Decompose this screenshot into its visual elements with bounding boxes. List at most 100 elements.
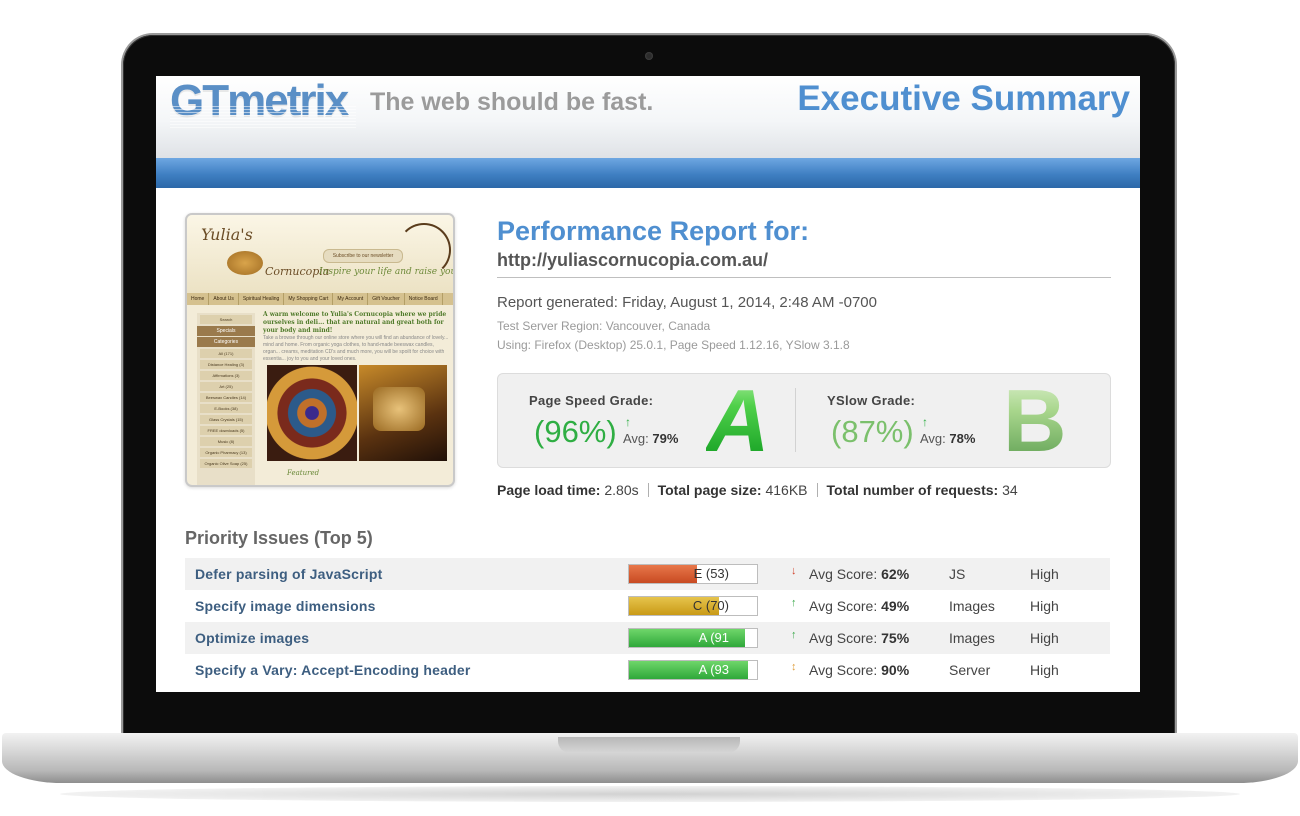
divider xyxy=(816,483,818,497)
thumb-sidebar-item: Beeswax Candles (14) xyxy=(200,393,252,402)
divider xyxy=(497,277,1111,278)
thumb-welcome: A warm welcome to Yulia's Cornucopia whe… xyxy=(263,311,447,334)
thumb-sidebar: Search Specials Categories All (171) Dis… xyxy=(197,313,255,485)
issue-avg: Avg Score: 75% xyxy=(809,630,909,646)
issue-avg-value: 49% xyxy=(881,598,910,614)
issue-avg-value: 75% xyxy=(881,630,910,646)
thumb-text: A warm welcome to Yulia's Cornucopia whe… xyxy=(263,311,449,363)
trend-up-icon: ↑ xyxy=(791,629,797,641)
thumb-header: Yulia's Cornucopia Inspire your life and… xyxy=(187,215,453,293)
issue-priority: High xyxy=(1030,566,1059,582)
divider xyxy=(647,483,649,497)
avg-prefix: Avg: xyxy=(920,431,946,446)
report-url[interactable]: http://yuliascornucopia.com.au/ xyxy=(497,250,768,271)
issue-type: Images xyxy=(949,598,995,614)
issue-score: A (93 xyxy=(698,662,729,677)
thumb-sidebar-header: Categories xyxy=(197,337,255,347)
page-title: Executive Summary xyxy=(797,79,1130,118)
issues-title: Priority Issues (Top 5) xyxy=(185,528,373,548)
avg-prefix: Avg Score: xyxy=(809,630,878,646)
thumb-nav: Home About Us Spiritual Healing My Shopp… xyxy=(187,293,453,305)
issue-avg: Avg Score: 49% xyxy=(809,598,909,614)
requests-label: Total number of requests: xyxy=(826,482,999,498)
header-bar xyxy=(156,158,1140,188)
arrow-up-icon: ↑ xyxy=(922,415,928,429)
thumb-sidebar-item: Affirmations (3) xyxy=(200,371,252,380)
report-heading: Performance Report for: xyxy=(497,216,810,246)
issue-name[interactable]: Optimize images xyxy=(195,630,309,646)
table-row[interactable]: Defer parsing of JavaScript E (53) ↓ Avg Sc… xyxy=(185,558,1110,590)
report-generated: Report generated: Friday, August 1, 2014… xyxy=(497,294,877,311)
thumb-nav-item: About Us xyxy=(209,293,239,305)
thumb-sidebar-item: FREE downloads (5) xyxy=(200,426,252,435)
thumb-nav-item: Home xyxy=(187,293,210,305)
test-region: Test Server Region: Vancouver, Canada xyxy=(497,319,711,333)
pagespeed-label: Page Speed Grade: xyxy=(529,393,654,408)
thumb-body: Take a browse through our online store w… xyxy=(263,335,449,362)
thumb-swirl-icon xyxy=(397,223,451,277)
thumb-cornucopia-icon xyxy=(227,251,263,275)
thumb-mandala-image xyxy=(267,365,357,461)
pagespeed-avg-value: 79% xyxy=(652,431,679,446)
laptop-notch xyxy=(558,737,740,753)
issues-table: Defer parsing of JavaScript E (53) ↓ Avg Sc… xyxy=(185,558,1110,686)
issue-name[interactable]: Specify a Vary: Accept-Encoding header xyxy=(195,662,471,678)
report-header: GTmetrix The web should be fast. Executi… xyxy=(156,76,1140,158)
yslow-avg: Avg: 78% xyxy=(920,431,975,446)
thumb-nav-item: Gift Voucher xyxy=(368,293,405,305)
yslow-percent: (87%) xyxy=(831,414,914,449)
issue-score: E (53) xyxy=(693,566,729,581)
thumb-sidebar-item: Art (25) xyxy=(200,382,252,391)
thumb-sidebar-item: Organic Pharmacy (13) xyxy=(200,448,252,457)
thumb-nav-item: Spiritual Healing xyxy=(239,293,285,305)
thumb-search: Search xyxy=(200,315,252,324)
issue-avg-value: 62% xyxy=(881,566,910,582)
page-stats: Page load time: 2.80s Total page size: 41… xyxy=(497,482,1018,498)
score-bar: E (53) xyxy=(628,564,758,584)
issue-avg-value: 90% xyxy=(881,662,910,678)
issue-avg: Avg Score: 62% xyxy=(809,566,909,582)
table-row[interactable]: Specify a Vary: Accept-Encoding header A … xyxy=(185,654,1110,686)
issue-type: Server xyxy=(949,662,991,678)
issue-score: A (91 xyxy=(698,630,729,645)
avg-prefix: Avg Score: xyxy=(809,566,878,582)
yslow-avg-value: 78% xyxy=(949,431,976,446)
page-size-label: Total page size: xyxy=(657,482,762,498)
load-time-value: 2.80s xyxy=(604,482,639,498)
camera-icon xyxy=(645,52,653,60)
grades-panel: Page Speed Grade: (96%) ↑ Avg: 79% A YSl… xyxy=(497,371,1111,470)
issue-avg: Avg Score: 90% xyxy=(809,662,909,678)
trend-updown-icon: ↕ xyxy=(791,661,797,673)
table-row[interactable]: Optimize images A (91 ↑ Avg Score: 75% Image… xyxy=(185,622,1110,654)
thumb-sidebar-item: All (171) xyxy=(200,349,252,358)
logo-stripes xyxy=(170,106,356,128)
table-row[interactable]: Specify image dimensions C (70) ↑ Avg Score… xyxy=(185,590,1110,622)
load-time-label: Page load time: xyxy=(497,482,601,498)
thumb-subscribe: Subscribe to our newsletter xyxy=(323,249,403,263)
avg-prefix: Avg Score: xyxy=(809,662,878,678)
pagespeed-percent: (96%) xyxy=(534,414,617,449)
divider xyxy=(795,388,796,452)
thumb-nav-item: My Shopping Cart xyxy=(284,293,334,305)
issue-priority: High xyxy=(1030,662,1059,678)
issue-name[interactable]: Defer parsing of JavaScript xyxy=(195,566,382,582)
score-bar: A (91 xyxy=(628,628,758,648)
issue-name[interactable]: Specify image dimensions xyxy=(195,598,376,614)
yslow-label: YSlow Grade: xyxy=(827,393,916,408)
avg-prefix: Avg Score: xyxy=(809,598,878,614)
screen: GTmetrix The web should be fast. Executi… xyxy=(156,76,1140,692)
pagespeed-avg: Avg: 79% xyxy=(623,431,678,446)
issue-type: Images xyxy=(949,630,995,646)
thumb-sidebar-item: Music (8) xyxy=(200,437,252,446)
thumb-nav-item: Notice Board xyxy=(405,293,443,305)
issue-priority: High xyxy=(1030,630,1059,646)
thumb-sidebar-header: Specials xyxy=(197,326,255,336)
thumb-sidebar-item: Glass Crystals (15) xyxy=(200,415,252,424)
test-browser: Using: Firefox (Desktop) 25.0.1, Page Sp… xyxy=(497,338,850,352)
thumb-nav-item: My Account xyxy=(333,293,369,305)
issue-type: JS xyxy=(949,566,966,582)
issue-priority: High xyxy=(1030,598,1059,614)
trend-down-icon: ↓ xyxy=(791,565,797,577)
thumb-sidebar-item: Distance Healing (3) xyxy=(200,360,252,369)
requests-value: 34 xyxy=(1002,482,1018,498)
